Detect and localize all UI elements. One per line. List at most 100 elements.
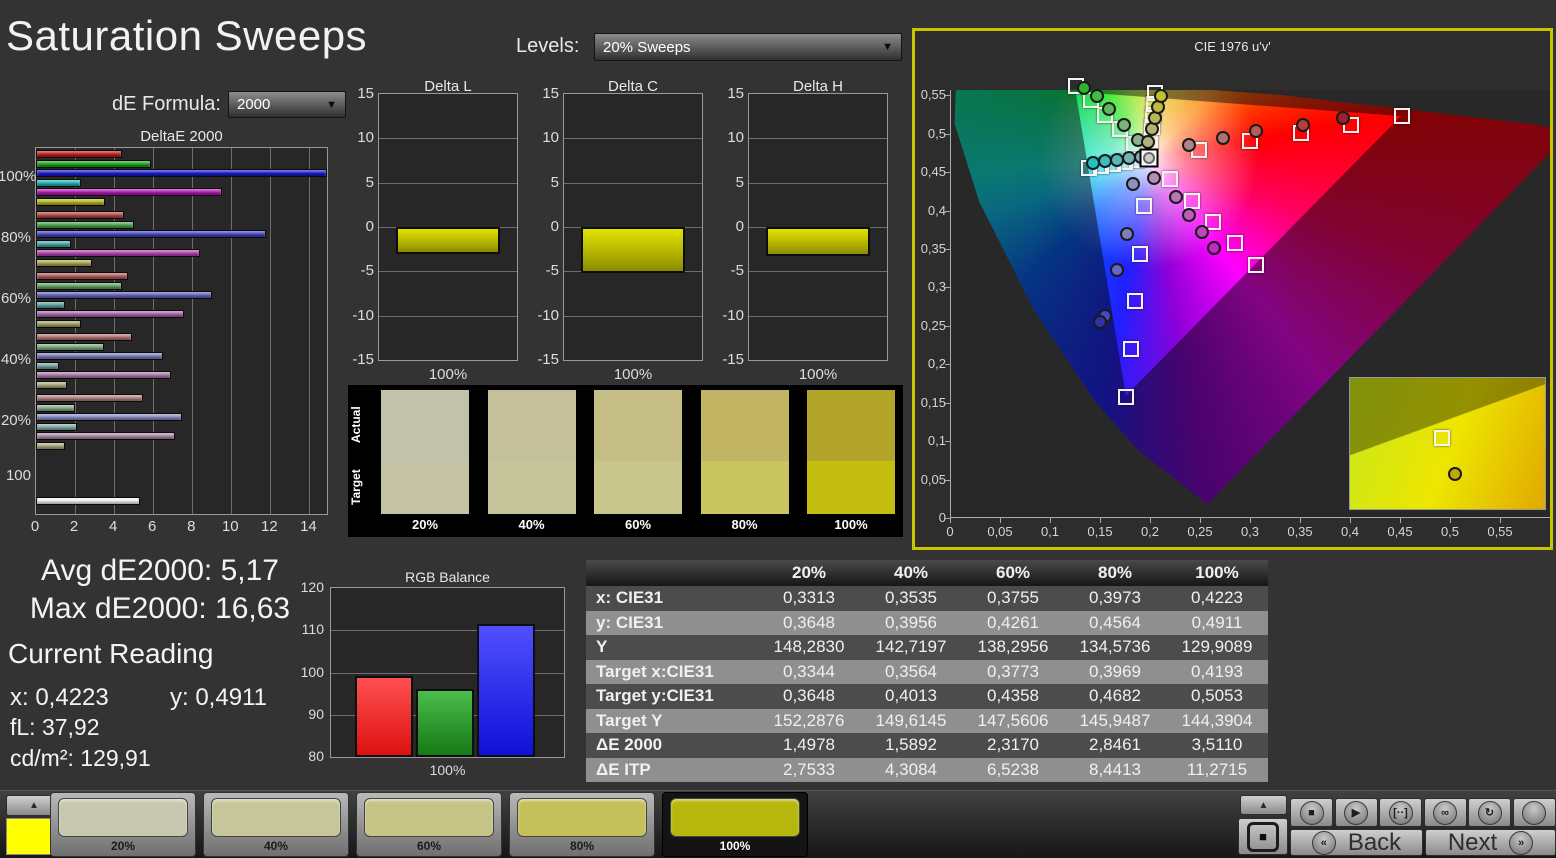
deltae-bar (36, 169, 327, 177)
x-tick-label: 12 (261, 518, 278, 535)
deltae-bar (36, 394, 144, 402)
next-button[interactable]: Next » (1425, 829, 1556, 856)
gridline (379, 271, 517, 273)
x-tick-label: 0,15 (1087, 524, 1113, 539)
y-tick-label: 0 (938, 510, 946, 525)
current-x: x: 0,4223 (10, 684, 109, 711)
range-button[interactable]: [··] (1379, 798, 1422, 827)
max-de2000: Max dE2000: 16,63 (29, 592, 291, 625)
levels-dropdown[interactable]: 20% Sweeps ▼ (594, 33, 902, 61)
x-tick-label: 4 (108, 518, 118, 535)
table-cell: 0,3564 (885, 661, 937, 681)
y-tick-label: -10 (537, 306, 559, 324)
record-button[interactable] (1512, 798, 1556, 827)
x-tick-label: 0,3 (1240, 524, 1260, 539)
group-label: 20% (0, 411, 31, 429)
back-button[interactable]: « Back (1290, 829, 1423, 856)
actual-swatch (700, 390, 789, 461)
table-cell: 0,4911 (1191, 612, 1243, 632)
deltae-bar (36, 291, 212, 299)
rgb-balance-title: RGB Balance (405, 569, 490, 585)
refresh-icon: ↻ (1477, 800, 1502, 825)
y-tick-label: 0,3 (927, 279, 946, 295)
patch-button-80%[interactable]: 80% (509, 792, 655, 857)
table-header-row: 20% 40% 60% 80% 100% (586, 560, 1268, 586)
patch-button-100%[interactable]: 100% (662, 792, 808, 857)
table-cell: 4,3084 (885, 759, 937, 779)
deltae-bar (36, 496, 140, 505)
table-cell: 0,3956 (885, 612, 937, 632)
deltae-bar (36, 422, 77, 431)
stop-button[interactable]: ■ (1290, 798, 1333, 827)
table-row-label: Target x:CIE31 (596, 661, 714, 681)
deltae-bar (36, 319, 82, 328)
table-cell: 0,3648 (783, 612, 835, 632)
rgb-balance-y-axis: 120 110 100 90 80 (294, 579, 326, 764)
x-tick-label: 0,5 (1440, 524, 1460, 539)
de-formula-dropdown[interactable]: 2000 ▼ (228, 91, 346, 118)
play-button[interactable]: ▶ (1334, 798, 1378, 827)
y-tick-label: 110 (301, 621, 324, 638)
y-tick-label: 0,1 (927, 433, 946, 449)
swatch-level-label: 40% (518, 517, 545, 532)
table-row: ΔE ITP 2,7533 4,3084 6,5238 8,4413 11,2715 (586, 757, 1268, 782)
table-row-label: Target y:CIE31 (596, 686, 714, 706)
y-tick-label: 0,4 (927, 202, 946, 218)
y-tick-label: 90 (308, 705, 324, 722)
actual-swatch (594, 390, 682, 461)
actual-swatch (487, 390, 576, 461)
x-label: 100% (428, 366, 468, 383)
y-tick-label: -10 (722, 306, 744, 324)
delta_h-chart: Delta H 15 10 5 0 -5 -10 -15 100% (708, 78, 893, 383)
expand-controls-button[interactable]: ▲ (1240, 795, 1287, 815)
gridline (153, 148, 155, 514)
patch-button-40%[interactable]: 40% (203, 792, 349, 857)
table-cell: 148,2830 (773, 637, 845, 657)
y-tick-label: 0 (735, 218, 744, 235)
x-label: 100% (798, 366, 838, 383)
table-cell: 144,3904 (1181, 710, 1253, 730)
gridline (749, 315, 887, 317)
actual-swatch (807, 390, 895, 461)
x-tick-label: 14 (300, 518, 317, 535)
y-tick-label: 0 (365, 218, 374, 235)
target-swatch (381, 461, 469, 514)
table-cell: 0,5053 (1191, 686, 1243, 706)
table-cell: 1,4978 (783, 735, 835, 755)
loop-button[interactable]: ∞ (1423, 798, 1467, 827)
y-tick-label: 0,45 (920, 164, 946, 180)
table-cell: 3,5110 (1191, 735, 1243, 755)
table-cell: 0,3535 (885, 588, 937, 608)
pattern-window-button[interactable]: ■ (1238, 818, 1288, 855)
table-cell: 0,4261 (987, 612, 1039, 632)
patch-button-20%[interactable]: 20% (50, 792, 196, 857)
loop-icon: ∞ (1433, 800, 1457, 825)
x-tick-label: 0,45 (1387, 524, 1413, 539)
x-tick-label: 0,35 (1287, 524, 1313, 539)
range-icon: [··] (1388, 800, 1413, 825)
y-tick-label: 0,25 (920, 317, 946, 333)
table-row: Y 148,2830 142,7197 138,2956 134,5736 129,908… (586, 635, 1268, 660)
pattern-square-icon: ■ (1247, 821, 1279, 852)
y-tick-label: 0 (550, 218, 559, 235)
table-cell: 149,6145 (875, 710, 947, 730)
y-tick-label: -15 (352, 351, 374, 368)
table-cell: 0,3773 (987, 661, 1039, 681)
back-label: Back (1347, 828, 1402, 856)
deltae-bar (36, 352, 163, 360)
refresh-button[interactable]: ↻ (1468, 798, 1511, 827)
delta_l-plot (378, 93, 518, 361)
table-cell: 6,5238 (987, 759, 1039, 779)
patch-label: 100% (719, 839, 751, 853)
de-formula-label: dE Formula: (112, 93, 221, 115)
patch-swatch (670, 798, 800, 837)
swatch-level-label: 80% (731, 517, 758, 532)
table-row-label: Y (596, 637, 608, 657)
table-cell: 0,4193 (1191, 661, 1243, 681)
table-row: x: CIE31 0,3313 0,3535 0,3755 0,3973 0,4223 (586, 586, 1268, 611)
patch-swatch (517, 798, 647, 837)
table-cell: 0,3969 (1089, 661, 1141, 681)
patch-button-60%[interactable]: 60% (356, 792, 502, 857)
x-tick-label: 2 (69, 518, 79, 535)
current-reading-label: Current Reading (8, 638, 214, 669)
